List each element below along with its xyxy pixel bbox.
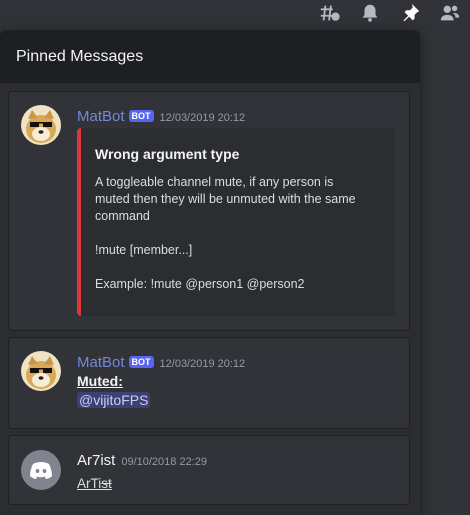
channel-header-bar: [0, 0, 470, 30]
message-content: ArTist: [77, 476, 112, 491]
embed-title: Wrong argument type: [95, 146, 240, 162]
pinned-messages-title: Pinned Messages: [0, 30, 420, 83]
header-toolbar: [318, 0, 462, 26]
author-name[interactable]: Ar7ist: [77, 452, 115, 469]
pinned-message-card[interactable]: MatBot BOT 12/03/2019 20:12 Muted: @vijito…: [8, 337, 410, 429]
notification-bell-icon[interactable]: [358, 1, 382, 25]
timestamp: 09/10/2018 22:29: [121, 456, 207, 468]
embed-usage: !mute [member...]: [95, 243, 193, 257]
pinned-messages-popout: Pinned Messages MatBot BOT 12/03/2019 20:1…: [0, 30, 420, 515]
avatar[interactable]: [21, 450, 61, 490]
underlined-text: ArTi: [77, 476, 102, 491]
strikethrough-text: st: [101, 476, 112, 491]
avatar[interactable]: [21, 351, 61, 391]
timestamp: 12/03/2019 20:12: [159, 358, 246, 370]
pinned-messages-icon[interactable]: [398, 1, 422, 25]
embed-description-line: A toggleable channel mute, if any person…: [95, 175, 334, 189]
message-header: MatBot BOT 12/03/2019 20:12: [77, 106, 245, 125]
pinned-message-card[interactable]: MatBot BOT 12/03/2019 20:12 Wrong argument…: [8, 91, 410, 331]
embed-blank-line: [95, 225, 381, 242]
threads-icon[interactable]: [318, 1, 342, 25]
member-list-icon[interactable]: [438, 1, 462, 25]
pinned-message-card[interactable]: Ar7ist 09/10/2018 22:29 ArTist: [8, 435, 410, 505]
message-header: MatBot BOT 12/03/2019 20:12: [77, 352, 245, 371]
embed-description-line: muted then they will be unmuted with the…: [95, 192, 356, 206]
timestamp: 12/03/2019 20:12: [159, 112, 246, 124]
bot-badge: BOT: [128, 110, 154, 122]
user-mention[interactable]: @vijitoFPS: [77, 392, 151, 408]
message-bold-text: Muted:: [77, 373, 123, 389]
bot-badge: BOT: [128, 356, 154, 368]
message-embed: Wrong argument type A toggleable channel…: [77, 128, 395, 316]
embed-example: Example: !mute @person1 @person2: [95, 277, 305, 291]
message-content: Muted: @vijitoFPS: [77, 373, 151, 409]
channel-background: [420, 30, 470, 515]
author-name[interactable]: MatBot: [77, 108, 125, 125]
embed-description-line: command: [95, 209, 150, 223]
author-name[interactable]: MatBot: [77, 354, 125, 371]
embed-description: A toggleable channel mute, if any person…: [95, 174, 381, 293]
avatar[interactable]: [21, 105, 61, 145]
message-header: Ar7ist 09/10/2018 22:29: [77, 450, 207, 469]
embed-blank-line: [95, 259, 381, 276]
